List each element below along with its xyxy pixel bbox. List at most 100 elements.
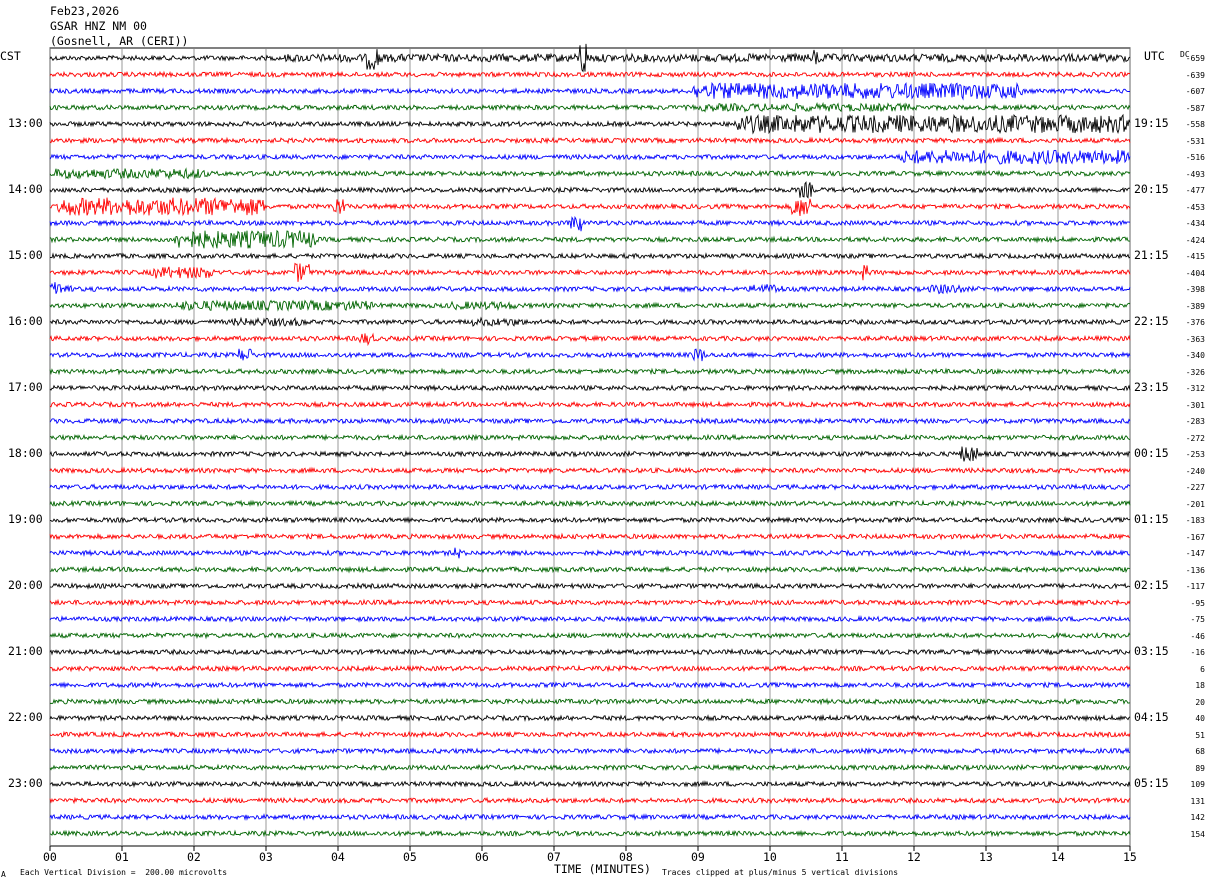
left-hour-label: 13:00 bbox=[8, 116, 43, 130]
x-tick-label: 03 bbox=[259, 850, 273, 864]
trace-line bbox=[49, 813, 1131, 821]
trace-line bbox=[49, 70, 1131, 79]
trace-line bbox=[49, 664, 1131, 673]
left-hour-label: 20:00 bbox=[8, 578, 43, 592]
trace-line bbox=[49, 167, 1131, 181]
trace-line bbox=[49, 181, 1131, 199]
x-tick-label: 06 bbox=[475, 850, 489, 864]
dc-offset-value: 40 bbox=[1195, 714, 1205, 723]
x-tick-label: 12 bbox=[907, 850, 921, 864]
dc-offset-value: -240 bbox=[1185, 466, 1205, 476]
trace-line bbox=[49, 384, 1131, 392]
dc-offset-value: -389 bbox=[1185, 301, 1205, 311]
trace-line bbox=[49, 197, 1131, 217]
dc-offset-value: -493 bbox=[1185, 169, 1205, 179]
trace-line bbox=[49, 598, 1131, 607]
right-hour-label: 01:15 bbox=[1134, 512, 1169, 526]
dc-offset-value: -312 bbox=[1185, 384, 1205, 393]
trace-line bbox=[49, 681, 1131, 689]
left-hour-label: 21:00 bbox=[8, 644, 43, 658]
dc-offset-value: 18 bbox=[1195, 681, 1205, 690]
right-hour-label: 05:15 bbox=[1134, 776, 1169, 790]
dc-offset-value: 6 bbox=[1200, 664, 1205, 674]
trace-line bbox=[49, 299, 1131, 312]
dc-offset-value: -434 bbox=[1185, 219, 1205, 228]
x-axis-title: TIME (MINUTES) bbox=[554, 862, 651, 876]
trace-line bbox=[49, 262, 1131, 282]
dc-offset-value: -46 bbox=[1190, 631, 1205, 641]
right-hour-label: 20:15 bbox=[1134, 182, 1169, 196]
left-hour-label: 16:00 bbox=[8, 314, 43, 328]
trace-line bbox=[49, 648, 1131, 656]
trace-line bbox=[49, 747, 1131, 755]
left-hour-label: 22:00 bbox=[8, 710, 43, 724]
trace-line bbox=[49, 332, 1131, 347]
right-hour-label: 22:15 bbox=[1134, 314, 1169, 328]
dc-offset-value: -136 bbox=[1185, 565, 1205, 575]
x-tick-label: 11 bbox=[835, 850, 849, 864]
right-hour-label: 03:15 bbox=[1134, 644, 1169, 658]
left-hour-label: 17:00 bbox=[8, 380, 43, 394]
trace-line bbox=[49, 565, 1131, 574]
dc-offset-value: -363 bbox=[1185, 334, 1205, 344]
trace-line bbox=[49, 81, 1131, 101]
trace-line bbox=[49, 615, 1131, 623]
trace-line bbox=[49, 763, 1131, 772]
right-hour-label: 21:15 bbox=[1134, 248, 1169, 262]
dc-offset-value: -326 bbox=[1185, 367, 1205, 377]
dc-offset-value: -607 bbox=[1185, 87, 1205, 96]
x-tick-label: 10 bbox=[763, 850, 777, 864]
x-tick-label: 00 bbox=[43, 850, 57, 864]
dc-offset-value: -16 bbox=[1190, 648, 1205, 657]
trace-line bbox=[49, 697, 1131, 706]
dc-offset-value: 142 bbox=[1190, 813, 1205, 822]
dc-offset-value: 131 bbox=[1190, 796, 1205, 806]
dc-offset-value: -477 bbox=[1185, 186, 1205, 195]
trace-line bbox=[49, 101, 1131, 113]
trace-line bbox=[49, 730, 1131, 739]
trace-line bbox=[49, 252, 1131, 261]
trace-line bbox=[49, 796, 1131, 805]
trace-line bbox=[49, 348, 1131, 362]
x-tick-label: 02 bbox=[187, 850, 201, 864]
trace-line bbox=[49, 367, 1131, 376]
trace-line bbox=[49, 499, 1131, 508]
dc-offset-value: -531 bbox=[1185, 136, 1205, 146]
trace-line bbox=[49, 433, 1131, 442]
dc-offset-value: -167 bbox=[1185, 532, 1205, 542]
trace-line bbox=[49, 417, 1131, 426]
x-tick-label: 05 bbox=[403, 850, 417, 864]
right-hour-label: 04:15 bbox=[1134, 710, 1169, 724]
right-hour-label: 23:15 bbox=[1134, 380, 1169, 394]
dc-offset-value: 68 bbox=[1195, 747, 1205, 756]
dc-offset-value: -183 bbox=[1185, 516, 1205, 525]
trace-line bbox=[49, 149, 1131, 166]
left-hour-label: 15:00 bbox=[8, 248, 43, 262]
dc-offset-value: -404 bbox=[1185, 268, 1205, 278]
right-hour-label: 19:15 bbox=[1134, 116, 1169, 130]
dc-offset-value: -415 bbox=[1185, 252, 1205, 261]
corner-mark: A bbox=[1, 870, 6, 879]
dc-offset-value: -75 bbox=[1190, 615, 1205, 624]
trace-line bbox=[49, 400, 1131, 409]
dc-offset-value: -659 bbox=[1185, 54, 1205, 63]
trace-line bbox=[49, 113, 1131, 135]
dc-offset-value: -272 bbox=[1185, 433, 1205, 443]
trace-line bbox=[49, 316, 1131, 328]
dc-offset-value: -301 bbox=[1185, 400, 1205, 410]
dc-offset-value: -587 bbox=[1185, 103, 1205, 113]
dc-offset-value: -340 bbox=[1185, 351, 1205, 360]
plot-frame bbox=[49, 47, 1131, 847]
dc-offset-value: -558 bbox=[1185, 120, 1205, 129]
trace-line bbox=[49, 446, 1131, 462]
x-tick-label: 01 bbox=[115, 850, 129, 864]
dc-offset-value: 109 bbox=[1190, 780, 1205, 789]
dc-offset-value: -453 bbox=[1185, 202, 1205, 212]
trace-line bbox=[49, 780, 1131, 788]
dc-offset-value: 89 bbox=[1195, 763, 1205, 773]
trace-line bbox=[49, 229, 1131, 249]
left-hour-label: 18:00 bbox=[8, 446, 43, 460]
dc-offset-value: -516 bbox=[1185, 153, 1205, 162]
dc-offset-value: -117 bbox=[1185, 582, 1205, 591]
right-hour-label: 02:15 bbox=[1134, 578, 1169, 592]
